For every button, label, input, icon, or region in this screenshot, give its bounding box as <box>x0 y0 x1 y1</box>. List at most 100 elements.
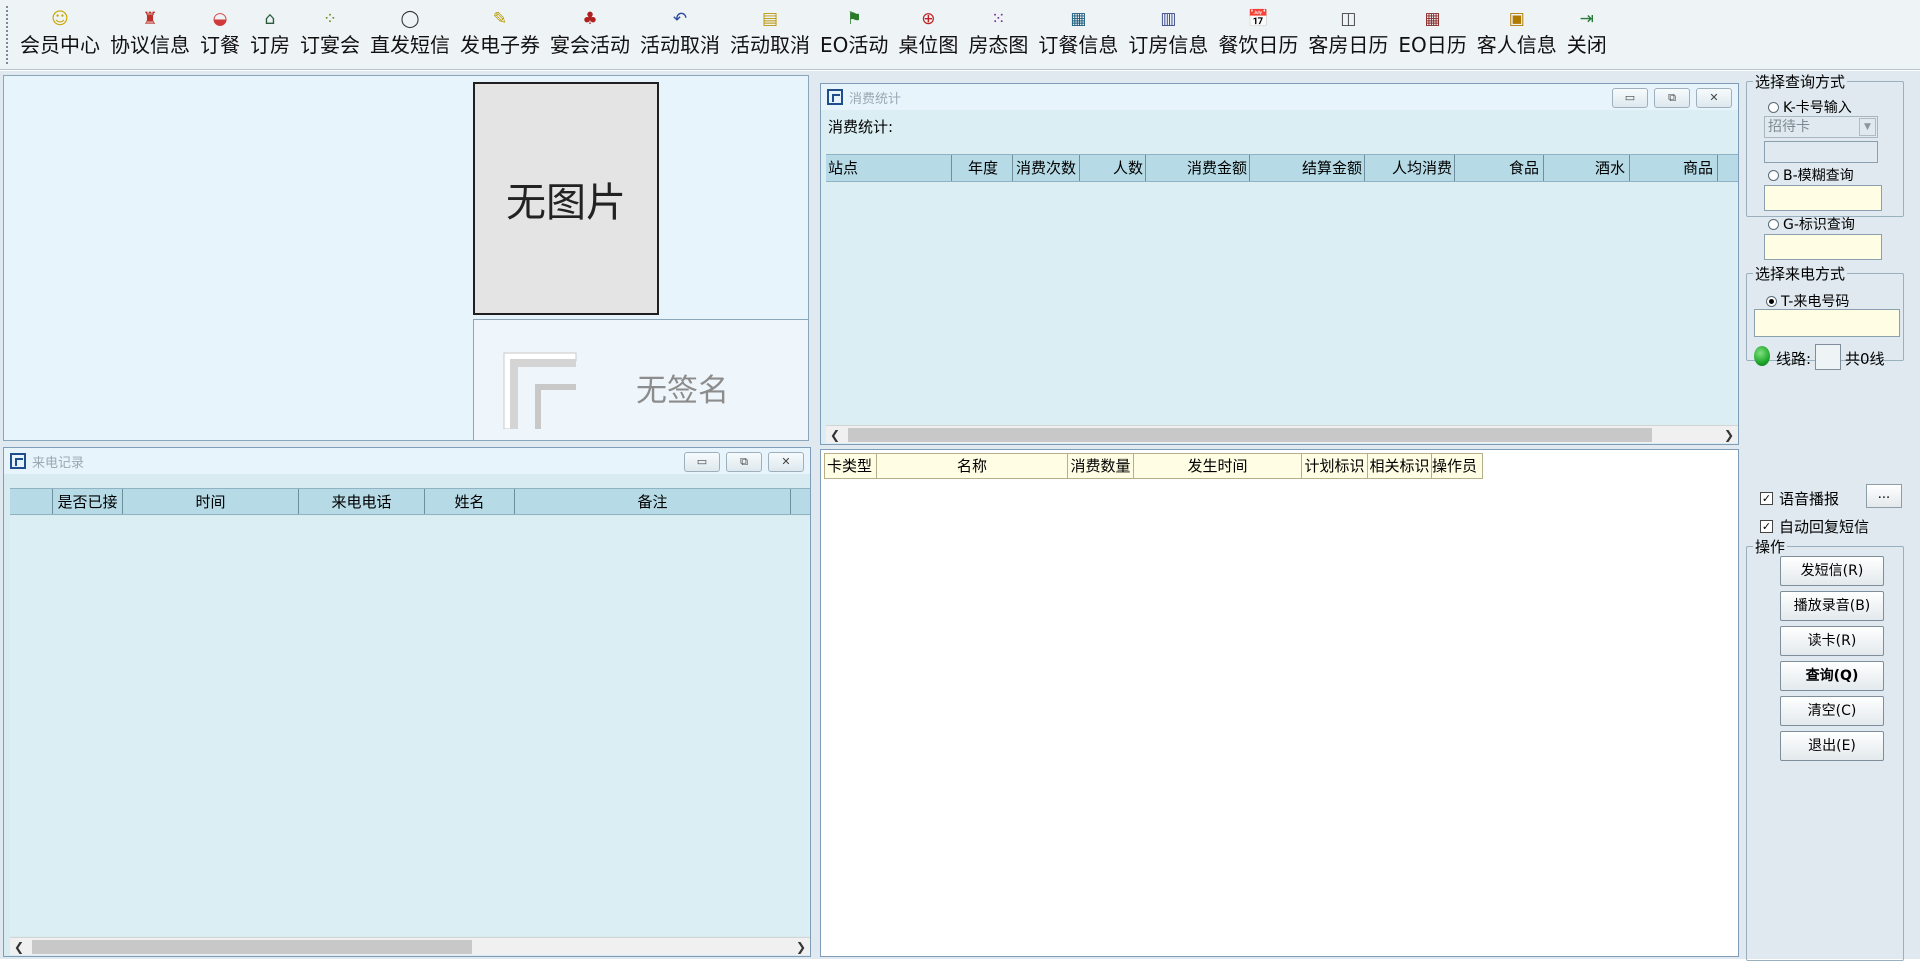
voice-settings-button[interactable]: ... <box>1866 484 1902 508</box>
toolbar-button-label: 订餐 <box>200 33 240 57</box>
restore-button[interactable]: ⧉ <box>1654 88 1690 108</box>
column-header-visits[interactable]: 消费次数 <box>1013 155 1080 181</box>
incoming-number-input[interactable] <box>1754 309 1900 337</box>
consumption-titlebar[interactable]: 消费统计 ▭ ⧉ ✕ <box>821 84 1738 110</box>
toolbar-button-6[interactable]: ✎ 发电子券 <box>455 0 545 58</box>
toolbar-button-0[interactable]: ☺ 会员中心 <box>15 0 105 58</box>
toolbar-button-label: 房态图 <box>968 33 1029 57</box>
scrollbar-thumb[interactable] <box>32 940 472 954</box>
card-number-input[interactable] <box>1764 141 1878 163</box>
toolbar-button-12[interactable]: ⁙ 房态图 <box>963 0 1033 58</box>
radio-incoming-number-icon[interactable] <box>1766 295 1777 307</box>
exit-button[interactable]: 退出(E) <box>1780 731 1884 761</box>
column-header-quantity[interactable]: 消费数量 <box>1068 454 1134 478</box>
query-button[interactable]: 查询(Q) <box>1780 661 1884 691</box>
app-logo-icon <box>10 453 26 469</box>
column-header-operator[interactable]: 操作员 <box>1432 454 1482 478</box>
scroll-left-arrow-icon[interactable]: ❮ <box>10 938 28 956</box>
speech-bubble-icon: ◯ <box>400 9 420 29</box>
voice-broadcast-toggle[interactable]: ✓ 语音播报 <box>1760 488 1839 509</box>
column-header-drinks[interactable]: 酒水 <box>1544 155 1630 181</box>
column-header-phone[interactable]: 来电电话 <box>299 489 425 514</box>
column-header-related-tag[interactable]: 相关标识 <box>1368 454 1432 478</box>
line-label: 线路: <box>1776 350 1812 368</box>
card-type-select[interactable]: 招待卡 ▼ <box>1764 116 1878 138</box>
column-header-card-type[interactable]: 卡类型 <box>825 454 877 478</box>
toolbar-button-label: EO活动 <box>820 33 889 57</box>
column-header-people[interactable]: 人数 <box>1080 155 1146 181</box>
play-recording-button[interactable]: 播放录音(B) <box>1780 591 1884 621</box>
toolbar-button-14[interactable]: ▥ 订房信息 <box>1123 0 1213 58</box>
toolbar-button-4[interactable]: ⁘ 订宴会 <box>295 0 365 58</box>
column-header-occurred-time[interactable]: 发生时间 <box>1134 454 1302 478</box>
column-header-plan-tag[interactable]: 计划标识 <box>1302 454 1368 478</box>
toolbar-grip[interactable] <box>6 6 9 64</box>
scrollbar-thumb[interactable] <box>848 428 1652 442</box>
fuzzy-query-input[interactable] <box>1764 185 1882 211</box>
call-log-table-body[interactable] <box>10 516 810 936</box>
column-header-goods[interactable]: 商品 <box>1630 155 1718 181</box>
toolbar-button-8[interactable]: ↶ 活动取消 <box>635 0 725 58</box>
column-header-amount[interactable]: 消费金额 <box>1146 155 1250 181</box>
clear-button[interactable]: 清空(C) <box>1780 696 1884 726</box>
toolbar-button-18[interactable]: ▣ 客人信息 <box>1472 0 1562 58</box>
close-button[interactable]: ✕ <box>1696 88 1732 108</box>
toolbar-button-16[interactable]: ◫ 客房日历 <box>1303 0 1393 58</box>
toolbar-button-5[interactable]: ◯ 直发短信 <box>365 0 455 58</box>
column-header-station[interactable]: 站点 <box>826 155 952 181</box>
toolbar-button-label: 活动取消 <box>640 33 720 57</box>
toolbar-button-3[interactable]: ⌂ 订房 <box>245 0 295 58</box>
toolbar-button-9[interactable]: ▤ 活动取消 <box>725 0 815 58</box>
column-header-name[interactable]: 姓名 <box>425 489 515 514</box>
radio-fuzzy-query[interactable]: B-模糊查询 <box>1768 165 1854 185</box>
close-button[interactable]: ✕ <box>768 452 804 472</box>
auto-reply-sms-checkbox[interactable]: ✓ <box>1760 520 1773 533</box>
toolbar-button-7[interactable]: ♣ 宴会活动 <box>545 0 635 58</box>
radio-tag-query-label: G-标识查询 <box>1783 217 1855 233</box>
radio-incoming-number[interactable]: T-来电号码 <box>1766 291 1849 311</box>
radio-card-input-icon[interactable] <box>1768 101 1779 113</box>
restore-button[interactable]: ⧉ <box>726 452 762 472</box>
toolbar-button-11[interactable]: ⊕ 桌位图 <box>893 0 963 58</box>
auto-reply-sms-toggle[interactable]: ✓ 自动回复短信 <box>1760 516 1869 537</box>
call-log-window: 来电记录 ▭ ⧉ ✕ 是否已接 时间 来电电话 姓名 备注 ❮ ❯ <box>3 447 811 957</box>
column-header-avg[interactable]: 人均消费 <box>1365 155 1455 181</box>
column-header-year[interactable]: 年度 <box>952 155 1013 181</box>
column-header-remark[interactable]: 备注 <box>515 489 791 514</box>
tag-query-input[interactable] <box>1764 234 1882 260</box>
toolbar-button-19[interactable]: ⇥ 关闭 <box>1562 0 1612 58</box>
toolbar-button-1[interactable]: ♜ 协议信息 <box>105 0 195 58</box>
toolbar-button-label: 桌位图 <box>898 33 959 57</box>
scroll-left-arrow-icon[interactable]: ❮ <box>826 426 844 444</box>
toolbar-items: ☺ 会员中心 ♜ 协议信息 ◒ 订餐 ⌂ 订房 ⁘ 订宴会 ◯ 直发短信 ✎ 发电子券 ♣ 宴会活动 ↶ 活动取消… <box>15 0 1612 58</box>
column-header[interactable] <box>10 489 53 514</box>
call-log-horizontal-scrollbar[interactable]: ❮ ❯ <box>10 937 810 955</box>
radio-tag-query-icon[interactable] <box>1768 218 1779 230</box>
scroll-right-arrow-icon[interactable]: ❯ <box>1720 426 1738 444</box>
minimize-button[interactable]: ▭ <box>1612 88 1648 108</box>
toolbar-button-17[interactable]: ▦ EO日历 <box>1393 0 1471 58</box>
column-header-item-name[interactable]: 名称 <box>877 454 1068 478</box>
read-card-button[interactable]: 读卡(R) <box>1780 626 1884 656</box>
column-header-time[interactable]: 时间 <box>123 489 299 514</box>
chevron-down-icon[interactable]: ▼ <box>1859 118 1876 136</box>
radio-tag-query[interactable]: G-标识查询 <box>1768 214 1855 234</box>
toolbar-button-10[interactable]: ⚑ EO活动 <box>815 0 893 58</box>
radio-card-input[interactable]: K-卡号输入 <box>1768 97 1852 117</box>
toolbar-button-2[interactable]: ◒ 订餐 <box>195 0 245 58</box>
column-header-answered[interactable]: 是否已接 <box>53 489 123 514</box>
radio-fuzzy-query-icon[interactable] <box>1768 169 1779 181</box>
column-header-settled[interactable]: 结算金额 <box>1250 155 1365 181</box>
line-number-box[interactable] <box>1815 344 1841 370</box>
send-sms-button[interactable]: 发短信(R) <box>1780 556 1884 586</box>
consumption-horizontal-scrollbar[interactable]: ❮ ❯ <box>826 425 1738 443</box>
incoming-call-legend: 选择来电方式 <box>1755 265 1846 283</box>
call-log-titlebar[interactable]: 来电记录 ▭ ⧉ ✕ <box>4 448 810 474</box>
voice-broadcast-checkbox[interactable]: ✓ <box>1760 492 1773 505</box>
toolbar-button-13[interactable]: ▦ 订餐信息 <box>1033 0 1123 58</box>
scroll-right-arrow-icon[interactable]: ❯ <box>792 938 810 956</box>
column-header-food[interactable]: 食品 <box>1455 155 1544 181</box>
toolbar-button-15[interactable]: 📅 餐饮日历 <box>1213 0 1303 58</box>
column-header[interactable] <box>791 489 810 514</box>
minimize-button[interactable]: ▭ <box>684 452 720 472</box>
